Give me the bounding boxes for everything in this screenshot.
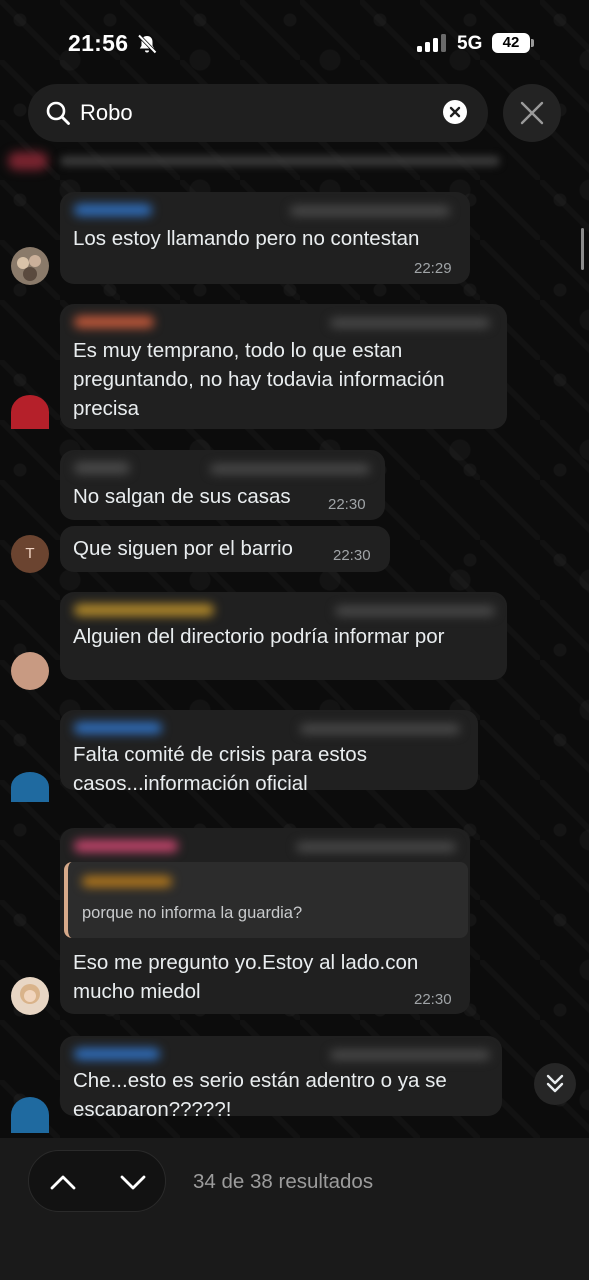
message-bubble[interactable]: Es muy temprano, todo lo que estan pregu…: [60, 304, 507, 429]
message-text: Es muy temprano, todo lo que estan pregu…: [73, 339, 445, 420]
avatar[interactable]: [11, 652, 49, 690]
message-time: 22:29: [414, 260, 452, 277]
message-text: Alguien del directorio podría informar p…: [73, 625, 445, 648]
quoted-message[interactable]: porque no informa la guardia?: [64, 862, 468, 938]
sender-name-redacted: [74, 604, 214, 616]
sender-name-redacted: [74, 1048, 160, 1060]
sender-phone-redacted: [290, 206, 450, 216]
sender-phone-redacted: [210, 464, 370, 474]
cellular-signal-icon: [417, 34, 446, 52]
message-bubble[interactable]: Alguien del directorio podría informar p…: [60, 592, 507, 680]
next-result-button[interactable]: [99, 1151, 167, 1213]
message-text: Che...esto es serio están adentro o ya s…: [73, 1069, 447, 1116]
sender-name-redacted: [74, 316, 154, 328]
message-text: Que siguen por el barrio: [73, 537, 293, 560]
sender-phone-redacted: [335, 606, 495, 616]
result-navigation: [28, 1150, 166, 1212]
message-time: 22:30: [328, 496, 366, 513]
scroll-indicator[interactable]: [581, 228, 584, 270]
sender-name-redacted: [74, 204, 152, 216]
search-icon: [46, 101, 70, 125]
message-text: No salgan de sus casas: [73, 485, 291, 508]
sender-phone-redacted: [330, 318, 490, 328]
message-bubble[interactable]: No salgan de sus casas 22:30: [60, 450, 385, 520]
avatar[interactable]: [11, 977, 49, 1015]
close-icon: [520, 101, 544, 125]
clear-search-button[interactable]: [443, 100, 467, 124]
message-text: Falta comité de crisis para estos casos.…: [73, 743, 367, 790]
message-text: Los estoy llamando pero no contestan: [73, 227, 420, 250]
results-count: 34 de 38 resultados: [193, 1170, 374, 1193]
scroll-to-bottom-button[interactable]: [534, 1063, 576, 1105]
avatar[interactable]: [11, 395, 49, 429]
search-results-bar: 34 de 38 resultados: [0, 1138, 589, 1280]
quoted-text: porque no informa la guardia?: [82, 904, 303, 922]
sender-phone-redacted: [330, 1050, 490, 1060]
status-time: 21:56: [68, 30, 129, 56]
search-input[interactable]: [80, 96, 420, 130]
message-bubble[interactable]: Falta comité de crisis para estos casos.…: [60, 710, 478, 790]
battery-icon: 42: [492, 33, 534, 53]
avatar[interactable]: [11, 247, 49, 285]
quoted-sender-redacted: [82, 876, 172, 887]
chevron-down-icon: [120, 1175, 146, 1190]
sender-phone-redacted: [296, 842, 456, 852]
message-bubble[interactable]: Los estoy llamando pero no contestan 22:…: [60, 192, 470, 284]
network-type: 5G: [457, 33, 483, 54]
message-bubble[interactable]: porque no informa la guardia? Eso me pre…: [60, 828, 470, 1014]
sender-name-redacted: [74, 722, 162, 734]
avatar[interactable]: T: [11, 535, 49, 573]
previous-result-button[interactable]: [29, 1151, 97, 1213]
sender-phone-redacted: [300, 724, 460, 734]
double-chevron-down-icon: [546, 1074, 564, 1093]
clear-icon: [449, 106, 461, 118]
message-time: 22:30: [414, 991, 452, 1008]
chevron-up-icon: [50, 1175, 76, 1190]
sender-name-redacted: [74, 840, 178, 852]
silent-bell-icon: [137, 34, 157, 54]
avatar[interactable]: [11, 772, 49, 802]
message-text: Eso me pregunto yo.Estoy al lado.con muc…: [73, 951, 419, 1003]
search-bar[interactable]: [28, 84, 488, 142]
message-time: 22:30: [333, 547, 371, 564]
message-bubble[interactable]: Che...esto es serio están adentro o ya s…: [60, 1036, 502, 1116]
previous-message-blur: [0, 148, 589, 176]
message-bubble[interactable]: Que siguen por el barrio 22:30: [60, 526, 390, 572]
avatar[interactable]: [11, 1097, 49, 1133]
status-bar: 21:56 5G 42: [0, 0, 589, 80]
sender-name-redacted: [74, 462, 130, 474]
close-search-button[interactable]: [503, 84, 561, 142]
